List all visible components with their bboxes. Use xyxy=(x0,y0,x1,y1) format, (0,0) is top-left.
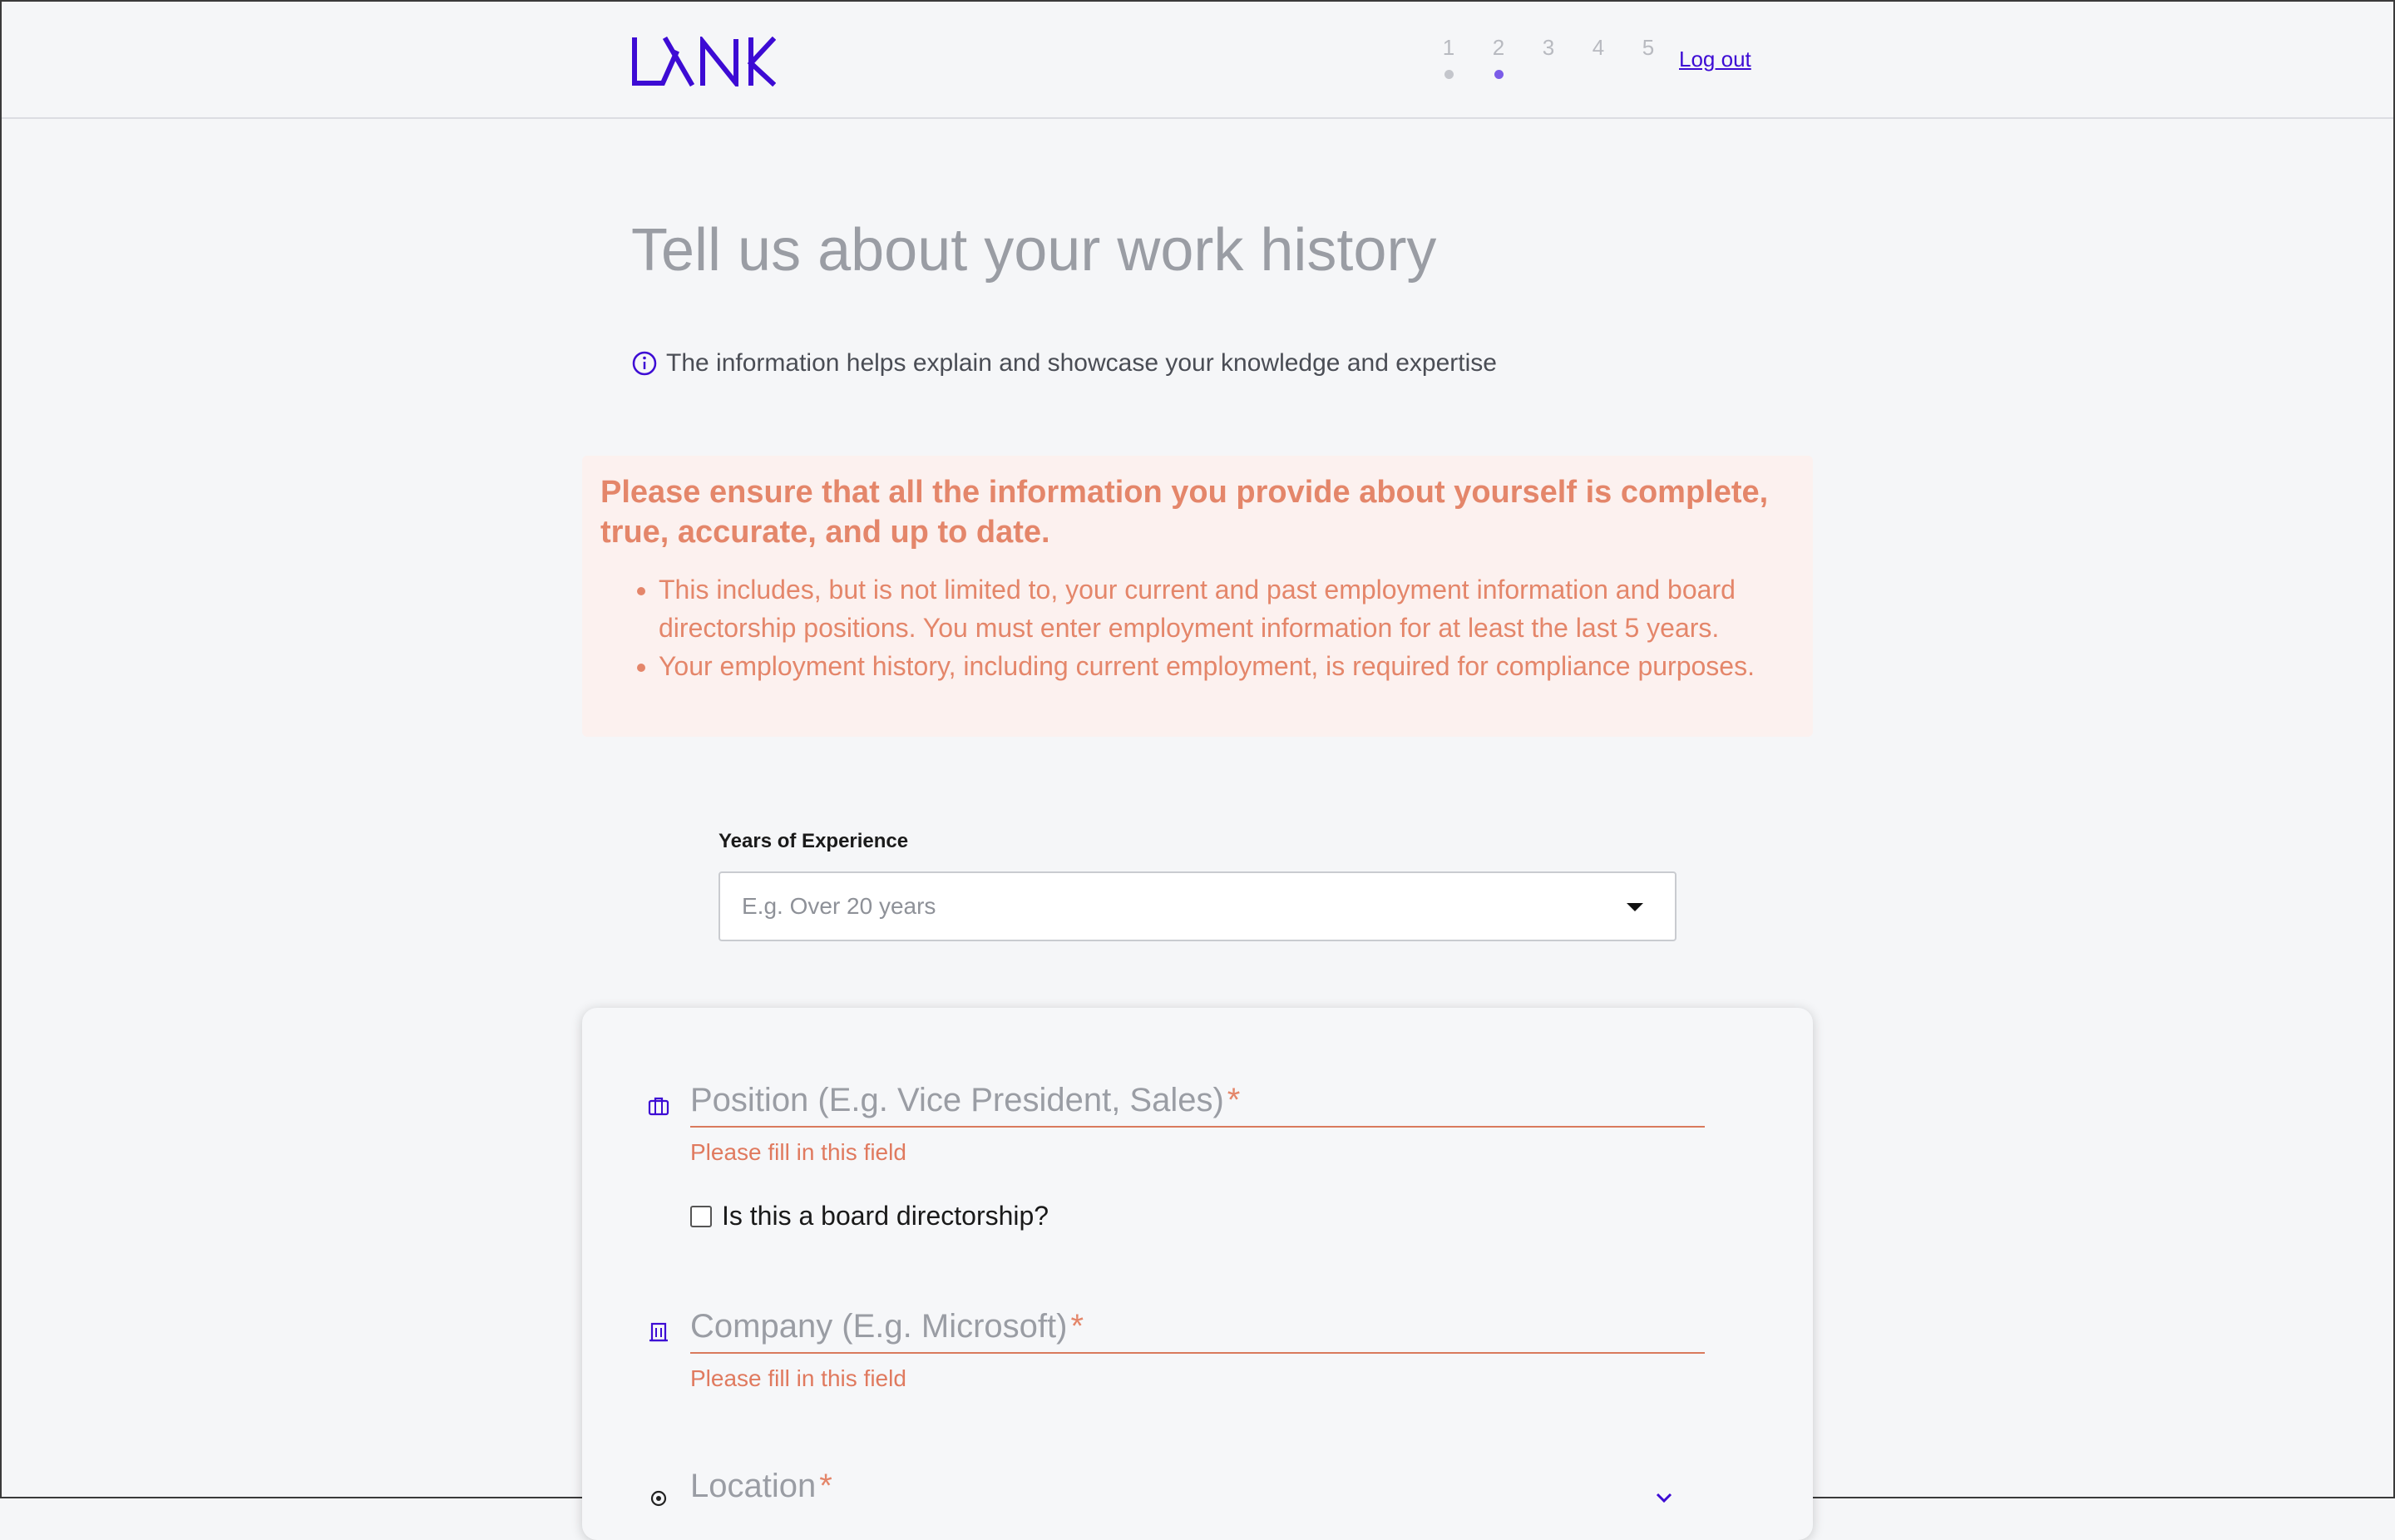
chevron-down-icon[interactable] xyxy=(1655,1488,1673,1507)
top-bar: 1 2 3 4 5 Log out xyxy=(2,2,2393,119)
location-field: Location * xyxy=(650,1460,1705,1512)
step-3: 3 xyxy=(1523,35,1573,79)
step-5: 5 xyxy=(1623,35,1673,79)
step-2: 2 xyxy=(1474,35,1523,79)
warning-item: Your employment history, including curre… xyxy=(659,647,1795,685)
caret-down-icon xyxy=(1627,903,1643,911)
required-mark: * xyxy=(819,1468,832,1504)
briefcase-icon xyxy=(648,1097,669,1116)
step-4: 4 xyxy=(1573,35,1623,79)
location-placeholder: Location xyxy=(690,1468,817,1504)
warning-box: Please ensure that all the information y… xyxy=(582,456,1813,737)
company-error: Please fill in this field xyxy=(690,1365,906,1391)
company-input[interactable]: Company (E.g. Microsoft) * xyxy=(690,1301,1705,1354)
years-placeholder: E.g. Over 20 years xyxy=(742,893,936,919)
step-dot-active xyxy=(1494,70,1504,79)
step-1: 1 xyxy=(1424,35,1474,79)
lynk-logo-icon[interactable] xyxy=(631,37,776,86)
logout-link[interactable]: Log out xyxy=(1679,47,1751,72)
position-error: Please fill in this field xyxy=(690,1139,906,1165)
company-placeholder: Company (E.g. Microsoft) xyxy=(690,1308,1068,1345)
board-directorship-checkbox[interactable]: Is this a board directorship? xyxy=(690,1201,1049,1232)
step-number: 3 xyxy=(1542,35,1555,60)
position-input[interactable]: Position (E.g. Vice President, Sales) * xyxy=(690,1074,1705,1128)
info-icon xyxy=(632,351,657,376)
required-mark: * xyxy=(1227,1082,1241,1118)
company-field: Company (E.g. Microsoft) * Please fill in… xyxy=(649,1301,1705,1392)
step-number: 4 xyxy=(1592,35,1605,60)
step-number: 1 xyxy=(1442,35,1455,60)
step-number: 2 xyxy=(1492,35,1505,60)
progress-steps: 1 2 3 4 5 xyxy=(1424,35,1673,79)
board-directorship-label: Is this a board directorship? xyxy=(722,1201,1049,1231)
position-field: Position (E.g. Vice President, Sales) * P… xyxy=(648,1074,1705,1166)
position-placeholder: Position (E.g. Vice President, Sales) xyxy=(690,1082,1224,1118)
building-icon xyxy=(649,1322,668,1342)
required-mark: * xyxy=(1070,1308,1084,1345)
years-of-experience-select[interactable]: E.g. Over 20 years xyxy=(718,871,1676,941)
employment-card: Position (E.g. Vice President, Sales) * P… xyxy=(582,1008,1813,1540)
step-dot xyxy=(1444,70,1454,79)
info-text: The information helps explain and showca… xyxy=(666,349,1497,377)
step-number: 5 xyxy=(1642,35,1655,60)
page-title: Tell us about your work history xyxy=(631,217,1437,284)
info-note: The information helps explain and showca… xyxy=(631,349,1497,378)
warning-list: This includes, but is not limited to, yo… xyxy=(600,570,1795,685)
warning-title: Please ensure that all the information y… xyxy=(600,475,1769,550)
warning-item: This includes, but is not limited to, yo… xyxy=(659,570,1795,647)
checkbox-box[interactable] xyxy=(690,1205,712,1227)
years-of-experience-label: Years of Experience xyxy=(718,830,909,852)
location-input[interactable]: Location * xyxy=(690,1460,1705,1512)
location-pin-icon xyxy=(650,1490,667,1507)
